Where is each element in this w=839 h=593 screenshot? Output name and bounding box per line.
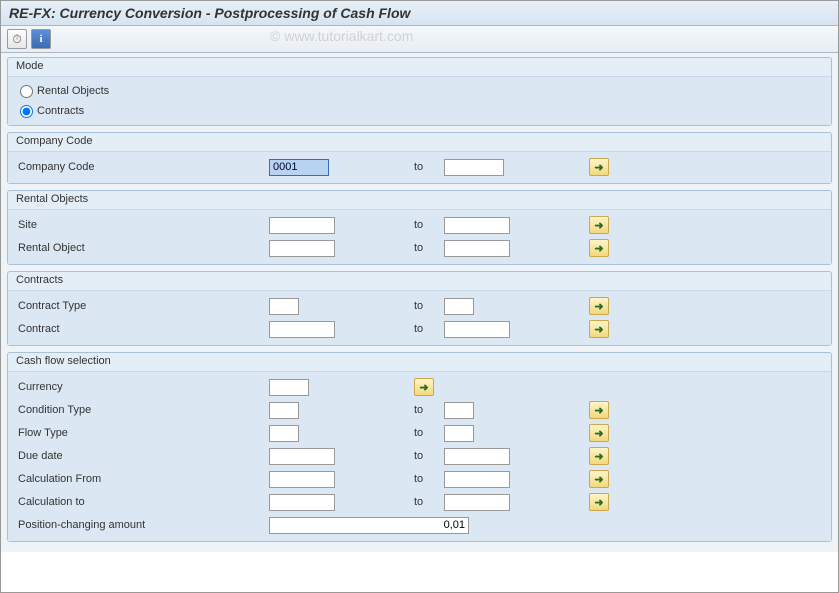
company-code-from-input[interactable] [269, 159, 329, 176]
contract-to-input[interactable] [444, 321, 510, 338]
site-from-input[interactable] [269, 217, 335, 234]
content-area: Mode Rental Objects Contracts Company Co… [1, 53, 838, 552]
condition-type-from-input[interactable] [269, 402, 299, 419]
rental-object-to-input[interactable] [444, 240, 510, 257]
arrow-right-icon: ➜ [594, 473, 603, 486]
company-code-multi-button[interactable]: ➜ [589, 158, 609, 176]
group-mode-title: Mode [8, 58, 831, 77]
arrow-right-icon: ➜ [594, 427, 603, 440]
due-date-label: Due date [14, 450, 269, 462]
calc-to-multi-button[interactable]: ➜ [589, 493, 609, 511]
group-rental-objects-title: Rental Objects [8, 191, 831, 210]
group-rental-objects: Rental Objects Site to ➜ Rental Object t… [7, 190, 832, 265]
condition-type-to-input[interactable] [444, 402, 474, 419]
to-label: to [414, 496, 444, 508]
condition-type-label: Condition Type [14, 404, 269, 416]
group-company-code: Company Code Company Code to ➜ [7, 132, 832, 184]
to-label: to [414, 219, 444, 231]
group-cash-flow-title: Cash flow selection [8, 353, 831, 372]
company-code-to-input[interactable] [444, 159, 504, 176]
contract-multi-button[interactable]: ➜ [589, 320, 609, 338]
group-contracts-title: Contracts [8, 272, 831, 291]
arrow-right-icon: ➜ [594, 242, 603, 255]
contract-type-to-input[interactable] [444, 298, 474, 315]
flow-type-label: Flow Type [14, 427, 269, 439]
arrow-right-icon: ➜ [594, 219, 603, 232]
radio-contracts-label: Contracts [37, 105, 84, 117]
due-date-multi-button[interactable]: ➜ [589, 447, 609, 465]
group-mode: Mode Rental Objects Contracts [7, 57, 832, 126]
calc-from-from-input[interactable] [269, 471, 335, 488]
position-amount-input[interactable] [269, 517, 469, 534]
position-amount-label: Position-changing amount [14, 519, 269, 531]
contract-label: Contract [14, 323, 269, 335]
to-label: to [414, 323, 444, 335]
arrow-right-icon: ➜ [419, 381, 428, 394]
to-label: to [414, 404, 444, 416]
to-label: to [414, 300, 444, 312]
to-label: to [414, 161, 444, 173]
arrow-right-icon: ➜ [594, 496, 603, 509]
radio-rental-objects-label: Rental Objects [37, 85, 109, 97]
contract-type-multi-button[interactable]: ➜ [589, 297, 609, 315]
flow-type-multi-button[interactable]: ➜ [589, 424, 609, 442]
rental-object-from-input[interactable] [269, 240, 335, 257]
arrow-right-icon: ➜ [594, 300, 603, 313]
currency-multi-button[interactable]: ➜ [414, 378, 434, 396]
toolbar: i [1, 26, 838, 53]
contract-from-input[interactable] [269, 321, 335, 338]
page-title: RE-FX: Currency Conversion - Postprocess… [1, 1, 838, 26]
rental-object-multi-button[interactable]: ➜ [589, 239, 609, 257]
due-date-from-input[interactable] [269, 448, 335, 465]
due-date-to-input[interactable] [444, 448, 510, 465]
site-label: Site [14, 219, 269, 231]
execute-icon [12, 32, 21, 47]
calc-to-to-input[interactable] [444, 494, 510, 511]
group-cash-flow: Cash flow selection Currency ➜ Condition… [7, 352, 832, 542]
calc-to-label: Calculation to [14, 496, 269, 508]
currency-label: Currency [14, 381, 269, 393]
contract-type-from-input[interactable] [269, 298, 299, 315]
arrow-right-icon: ➜ [594, 404, 603, 417]
arrow-right-icon: ➜ [594, 323, 603, 336]
arrow-right-icon: ➜ [594, 450, 603, 463]
group-company-code-title: Company Code [8, 133, 831, 152]
flow-type-to-input[interactable] [444, 425, 474, 442]
contract-type-label: Contract Type [14, 300, 269, 312]
calc-from-multi-button[interactable]: ➜ [589, 470, 609, 488]
to-label: to [414, 427, 444, 439]
execute-button[interactable] [7, 29, 27, 49]
calc-from-label: Calculation From [14, 473, 269, 485]
radio-contracts[interactable] [20, 105, 33, 118]
to-label: to [414, 473, 444, 485]
site-multi-button[interactable]: ➜ [589, 216, 609, 234]
calc-to-from-input[interactable] [269, 494, 335, 511]
site-to-input[interactable] [444, 217, 510, 234]
rental-object-label: Rental Object [14, 242, 269, 254]
flow-type-from-input[interactable] [269, 425, 299, 442]
currency-input[interactable] [269, 379, 309, 396]
to-label: to [414, 450, 444, 462]
condition-type-multi-button[interactable]: ➜ [589, 401, 609, 419]
calc-from-to-input[interactable] [444, 471, 510, 488]
info-button[interactable]: i [31, 29, 51, 49]
info-icon: i [39, 33, 42, 45]
group-contracts: Contracts Contract Type to ➜ Contract to… [7, 271, 832, 346]
company-code-label: Company Code [14, 161, 269, 173]
to-label: to [414, 242, 444, 254]
radio-rental-objects[interactable] [20, 85, 33, 98]
arrow-right-icon: ➜ [594, 161, 603, 174]
